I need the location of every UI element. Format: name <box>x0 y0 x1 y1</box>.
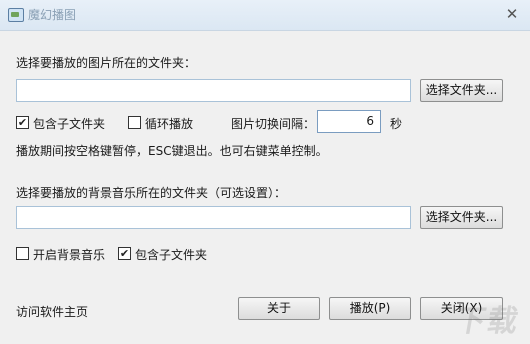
play-button[interactable]: 播放(P) <box>329 297 411 320</box>
window-title: 魔幻播图 <box>28 8 77 22</box>
interval-label: 图片切换间隔： <box>231 117 316 131</box>
music-folder-browse-button[interactable]: 选择文件夹... <box>420 206 503 229</box>
hint-text: 播放期间按空格键暂停，ESC键退出。也可右键菜单控制。 <box>16 144 328 158</box>
include-subfolders-checkbox[interactable]: ✔ <box>16 116 29 129</box>
title-bar: 魔幻播图 ✕ <box>0 0 530 31</box>
app-icon <box>8 8 24 22</box>
about-button[interactable]: 关于 <box>238 297 320 320</box>
interval-input[interactable]: 6 <box>317 110 381 133</box>
homepage-link[interactable]: 访问软件主页 <box>16 303 88 320</box>
image-folder-browse-button[interactable]: 选择文件夹... <box>420 79 503 102</box>
image-folder-input[interactable] <box>16 79 411 102</box>
window-close-button[interactable]: ✕ <box>502 5 522 23</box>
enable-music-label[interactable]: 开启背景音乐 <box>33 246 105 263</box>
enable-music-checkbox[interactable] <box>16 247 29 260</box>
music-folder-label: 选择要播放的背景音乐所在的文件夹（可选设置）： <box>16 186 287 200</box>
main-panel: 选择要播放的图片所在的文件夹： 选择文件夹... ✔ 包含子文件夹 循环播放 图… <box>1 31 529 343</box>
image-folder-label: 选择要播放的图片所在的文件夹： <box>16 56 197 70</box>
interval-unit-label: 秒 <box>390 117 403 131</box>
music-folder-input[interactable] <box>16 206 411 229</box>
loop-play-checkbox[interactable] <box>128 116 141 129</box>
loop-play-label[interactable]: 循环播放 <box>145 115 193 132</box>
music-include-subfolders-label[interactable]: 包含子文件夹 <box>135 246 207 263</box>
include-subfolders-label[interactable]: 包含子文件夹 <box>33 115 105 132</box>
music-include-subfolders-checkbox[interactable]: ✔ <box>118 247 131 260</box>
watermark-logo: 下载 <box>452 304 523 339</box>
